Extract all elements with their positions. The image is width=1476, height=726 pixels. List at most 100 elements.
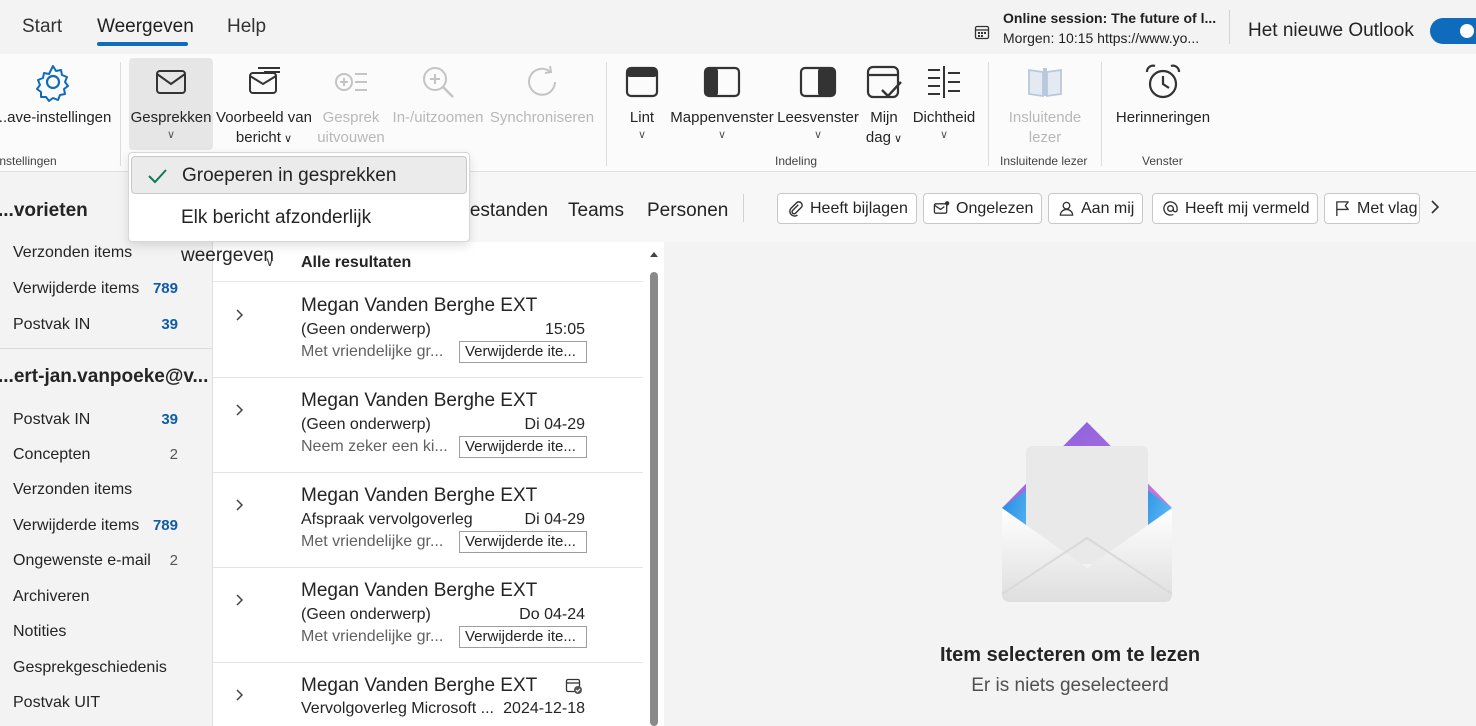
chevron-right-icon[interactable] xyxy=(235,307,245,323)
filter-has-attachments[interactable]: Heeft bijlagen xyxy=(777,193,917,224)
sidebar-item-label: Gesprekgeschiedenis xyxy=(13,659,167,676)
conversations-dropdown-menu: Groeperen in gesprekken Elk bericht afzo… xyxy=(128,152,470,266)
message-preview: Met vriendelijke gr... xyxy=(301,628,444,645)
sidebar-item-label: Postvak UIT xyxy=(13,694,101,711)
reading-pane-label: Leesvenster xyxy=(777,109,859,126)
person-icon xyxy=(1059,201,1074,216)
tab-teams[interactable]: Teams xyxy=(568,200,624,222)
chevron-right-icon[interactable] xyxy=(235,687,245,703)
scroll-up-arrow[interactable] xyxy=(650,252,658,257)
sidebar-item-archive[interactable]: Archiveren xyxy=(0,582,212,612)
view-settings-button[interactable]: ...ave-instellingen xyxy=(0,58,112,128)
sidebar-item-label: Notities xyxy=(13,623,67,640)
chip-label: Ongelezen xyxy=(956,200,1034,217)
sync-label: Synchroniseren xyxy=(489,109,595,126)
upcoming-meeting-notice[interactable]: Online session: The future of l... Morge… xyxy=(1003,8,1217,48)
message-date: 2024-12-18 xyxy=(503,700,585,717)
tab-help[interactable]: Help xyxy=(227,16,266,38)
gear-icon xyxy=(36,65,69,102)
chevron-down-icon: ∨ xyxy=(166,129,176,141)
sidebar-item-junk[interactable]: Ongewenste e-mail 2 xyxy=(0,546,212,576)
message-sender: Megan Vanden Berghe EXT xyxy=(301,295,538,316)
sync-icon xyxy=(528,65,556,96)
folder-pane-label: Mappenvenster xyxy=(670,109,774,126)
message-item[interactable]: Megan Vanden Berghe EXT Vervolgoverleg M… xyxy=(213,663,643,726)
reminders-button[interactable]: Herinneringen xyxy=(1112,58,1214,128)
empty-state-title: Item selecteren om te lezen xyxy=(939,644,1201,666)
message-item[interactable]: Megan Vanden Berghe EXT Afspraak vervolg… xyxy=(213,473,643,568)
message-item[interactable]: Megan Vanden Berghe EXT (Geen onderwerp)… xyxy=(213,568,643,663)
sidebar-item-sent[interactable]: Verzonden items xyxy=(0,475,212,505)
expand-conversation-label-1: Gesprek xyxy=(322,109,380,126)
favorites-header[interactable]: ...vorieten xyxy=(0,200,88,222)
filter-unread[interactable]: Ongelezen xyxy=(923,193,1043,224)
meeting-detail: Morgen: 10:15 https://www.yo... xyxy=(1003,30,1200,46)
immersive-reader-button[interactable]: Insluitende lezer xyxy=(1000,58,1090,148)
sidebar-item-label: Verzonden items xyxy=(13,244,133,261)
chevron-right-icon[interactable] xyxy=(1428,198,1442,216)
sidebar-item-label: Postvak IN xyxy=(13,411,91,428)
tab-people[interactable]: Personen xyxy=(647,200,728,222)
zoom-button[interactable]: In-/uitzoomen xyxy=(388,58,488,128)
message-subject: Vervolgoverleg Microsoft ... xyxy=(301,700,494,717)
sidebar-item-inbox[interactable]: Postvak IN 39 xyxy=(0,405,212,435)
sidebar-item-inbox[interactable]: Postvak IN 39 xyxy=(0,310,212,340)
message-date: Di 04-29 xyxy=(524,416,585,433)
menu-item-show-individual[interactable]: Elk bericht afzonderlijk weergeven xyxy=(131,199,467,266)
unread-count: 39 xyxy=(161,411,178,428)
sidebar-item-label: Postvak IN xyxy=(13,316,91,333)
sidebar-item-conversation-history[interactable]: Gesprekgeschiedenis xyxy=(0,653,212,683)
sidebar-item-drafts[interactable]: Concepten 2 xyxy=(0,440,212,470)
reading-pane-icon xyxy=(799,66,837,98)
message-item[interactable]: Megan Vanden Berghe EXT (Geen onderwerp)… xyxy=(213,378,643,473)
chevron-right-icon[interactable] xyxy=(235,402,245,418)
filter-mentioned-me[interactable]: Heeft mij vermeld xyxy=(1152,193,1319,224)
sidebar-item-label: Verzonden items xyxy=(13,481,133,498)
unread-count: 789 xyxy=(152,280,178,297)
chevron-right-icon[interactable] xyxy=(235,592,245,608)
tab-start[interactable]: Start xyxy=(22,16,62,38)
sidebar-item-deleted[interactable]: Verwijderde items 789 xyxy=(0,511,212,541)
new-outlook-toggle[interactable] xyxy=(1430,18,1476,44)
filter-flagged[interactable]: Met vlag xyxy=(1324,193,1420,224)
account-header[interactable]: ...ert-jan.vanpoeke@v... xyxy=(0,366,208,388)
message-preview: Met vriendelijke gr... xyxy=(301,343,444,360)
sidebar-item-notes[interactable]: Notities xyxy=(0,617,212,647)
calendar-event-icon xyxy=(565,678,582,694)
chevron-right-icon[interactable] xyxy=(235,497,245,513)
message-subject: (Geen onderwerp) xyxy=(301,606,431,623)
filter-to-me[interactable]: Aan mij xyxy=(1048,193,1144,224)
envelope-icon xyxy=(156,70,186,94)
message-preview-icon xyxy=(249,67,280,94)
reading-pane: Item selecteren om te lezen Er is niets … xyxy=(664,242,1476,726)
chip-label: Met vlag xyxy=(1357,200,1418,217)
menu-item-group-conversations[interactable]: Groeperen in gesprekken xyxy=(131,156,467,194)
menu-item-label: Groeperen in gesprekken xyxy=(182,165,397,186)
chip-label: Heeft bijlagen xyxy=(810,200,908,217)
scrollbar-thumb[interactable] xyxy=(650,272,658,726)
tab-weergeven[interactable]: Weergeven xyxy=(97,16,194,38)
group-label-window: Venster xyxy=(1142,154,1183,168)
sidebar-item-deleted[interactable]: Verwijderde items 789 xyxy=(0,274,212,304)
message-list: ∨ Alle resultaten Megan Vanden Berghe EX… xyxy=(212,242,665,726)
expand-conversation-button[interactable]: Gesprek uitvouwen xyxy=(310,58,392,148)
message-preview-button[interactable]: Voorbeeld van bericht ∨ xyxy=(213,58,315,149)
reading-pane-button[interactable]: Leesvenster ∨ xyxy=(776,58,860,142)
item-count: 2 xyxy=(169,552,178,569)
conversations-button[interactable]: Gesprekken ∨ xyxy=(129,58,213,150)
list-group-header[interactable]: ∨ Alle resultaten xyxy=(213,242,643,282)
meeting-title: Online session: The future of l... xyxy=(1003,10,1217,26)
ribbon-layout-button[interactable]: Lint ∨ xyxy=(616,58,668,142)
folder-pane-button[interactable]: Mappenvenster ∨ xyxy=(668,58,776,142)
chip-label: Aan mij xyxy=(1081,200,1135,217)
density-button[interactable]: Dichtheid ∨ xyxy=(908,58,980,142)
sidebar-item-outbox[interactable]: Postvak UIT xyxy=(0,688,212,718)
sync-button[interactable]: Synchroniseren xyxy=(488,58,596,128)
chip-label: Heeft mij vermeld xyxy=(1185,200,1310,217)
group-label-immersive-reader: Insluitende lezer xyxy=(1000,154,1088,168)
message-item[interactable]: Megan Vanden Berghe EXT (Geen onderwerp)… xyxy=(213,283,643,378)
at-sign-icon xyxy=(1163,201,1178,216)
active-tab-indicator xyxy=(97,42,188,46)
flag-icon xyxy=(1336,201,1349,217)
my-day-button[interactable]: Mijn dag ∨ xyxy=(858,58,910,149)
